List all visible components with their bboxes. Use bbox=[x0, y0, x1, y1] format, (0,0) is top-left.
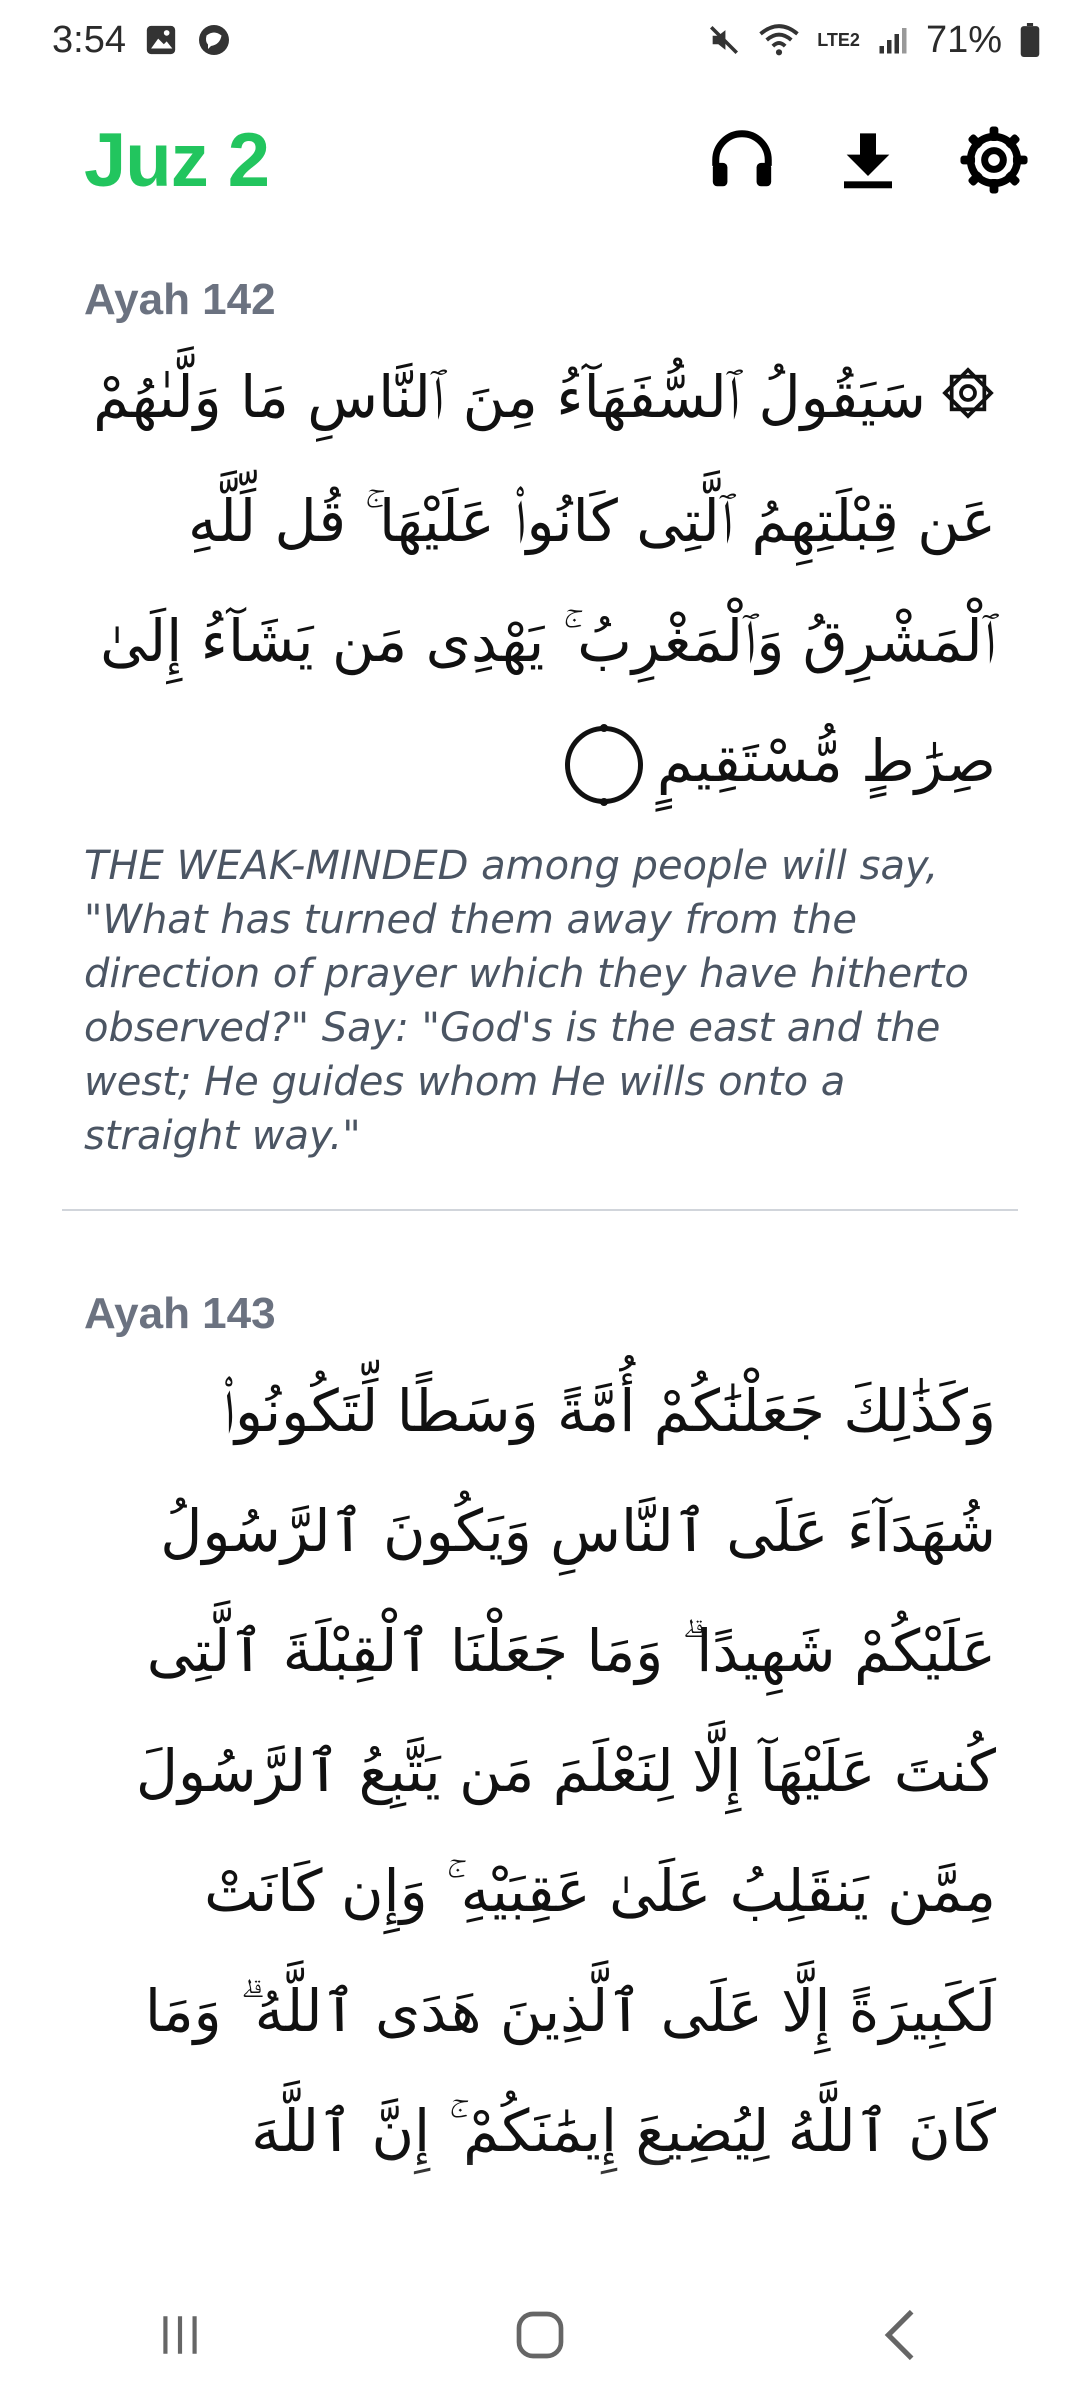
gallery-icon bbox=[144, 23, 178, 57]
home-icon[interactable] bbox=[480, 2290, 600, 2380]
ayah-item[interactable]: Ayah 143 وَكَذَٰلِكَ جَعَلْنَٰكُمْ أُمَّ… bbox=[0, 1289, 1080, 2191]
arabic-verse-text: سَيَقُولُ ٱلسُّفَهَآءُ مِنَ ٱلنَّاسِ مَا… bbox=[93, 363, 996, 795]
divider bbox=[62, 1208, 1018, 1211]
screen: 3:54 LTE2 71% Juz 2 Ayah 142 سَيَقُولُ ٱ… bbox=[0, 0, 1080, 2400]
status-right: LTE2 71% bbox=[707, 19, 1040, 62]
chat-bubble-icon bbox=[196, 22, 232, 58]
mute-icon bbox=[707, 23, 741, 57]
download-icon[interactable] bbox=[830, 122, 906, 198]
top-app-bar: Juz 2 bbox=[0, 95, 1080, 225]
ayah-number: Ayah 143 bbox=[84, 1288, 276, 1338]
lte-label: LTE2 bbox=[817, 30, 860, 50]
toolbar-actions bbox=[704, 122, 1032, 198]
ayah-arabic-text: سَيَقُولُ ٱلسُّفَهَآءُ مِنَ ٱلنَّاسِ مَا… bbox=[84, 337, 1080, 821]
recent-apps-icon[interactable] bbox=[120, 2290, 240, 2380]
ayah-translation: THE WEAK-MINDED among people will say, "… bbox=[84, 842, 969, 1159]
back-icon[interactable] bbox=[840, 2290, 960, 2380]
scroll-fade bbox=[0, 2155, 1080, 2275]
battery-icon bbox=[1020, 23, 1040, 57]
settings-gear-icon[interactable] bbox=[956, 122, 1032, 198]
ayah-number: Ayah 142 bbox=[84, 275, 276, 324]
page-title: Juz 2 bbox=[84, 117, 270, 203]
ayah-end-marker-icon bbox=[564, 723, 643, 806]
wifi-icon bbox=[759, 23, 799, 57]
battery-percent: 71% bbox=[925, 18, 1002, 61]
arabic-verse-text: وَكَذَٰلِكَ جَعَلْنَٰكُمْ أُمَّةً وَسَطً… bbox=[135, 1376, 996, 2165]
status-bar: 3:54 LTE2 71% bbox=[0, 0, 1080, 80]
ayah-item[interactable]: Ayah 142 سَيَقُولُ ٱلسُّفَهَآءُ مِنَ ٱلن… bbox=[0, 275, 1080, 1163]
system-nav-bar bbox=[0, 2270, 1080, 2400]
headphones-icon[interactable] bbox=[704, 122, 780, 198]
ayah-list[interactable]: Ayah 142 سَيَقُولُ ٱلسُّفَهَآءُ مِنَ ٱلن… bbox=[0, 275, 1080, 2275]
rub-el-hizb-icon bbox=[940, 341, 996, 461]
status-left: 3:54 bbox=[52, 19, 232, 62]
ayah-arabic-text: وَكَذَٰلِكَ جَعَلْنَٰكُمْ أُمَّةً وَسَطً… bbox=[84, 1351, 1080, 2191]
signal-icon bbox=[878, 25, 908, 55]
status-time: 3:54 bbox=[52, 18, 126, 61]
